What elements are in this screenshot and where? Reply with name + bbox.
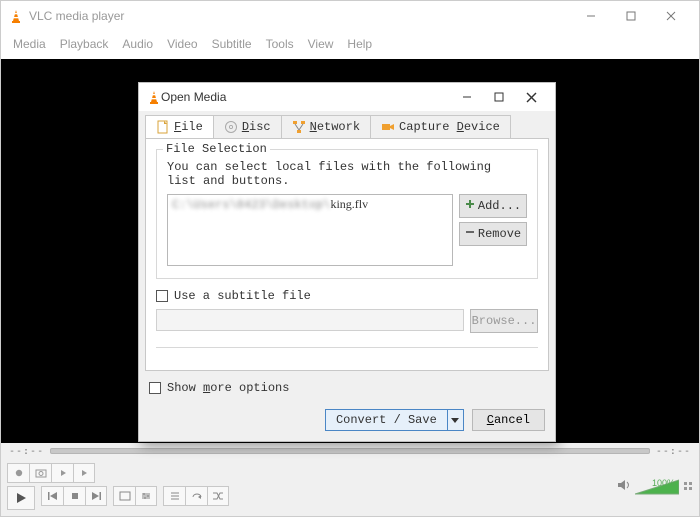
next-button[interactable] (85, 486, 107, 506)
subtitle-checkbox-label: Use a subtitle file (174, 289, 311, 303)
minimize-button[interactable] (571, 3, 611, 29)
subtitle-path-input (156, 309, 464, 331)
vlc-cone-icon (9, 9, 23, 23)
more-options-label-pre: Show (167, 381, 203, 395)
time-remaining: --:-- (656, 446, 691, 457)
tab-capture-label-pre: Capture (399, 120, 457, 134)
menu-help[interactable]: Help (347, 37, 372, 51)
speaker-icon[interactable] (617, 479, 631, 494)
add-button[interactable]: Add... (459, 194, 527, 218)
controls-toolbar: 100% (1, 459, 699, 516)
time-elapsed: --:-- (9, 446, 44, 457)
tab-network-label: etwork (317, 120, 360, 134)
menu-media[interactable]: Media (13, 37, 46, 51)
remove-label: Remove (478, 227, 521, 241)
fullscreen-button[interactable] (113, 486, 135, 506)
file-path-name: king.flv (330, 197, 368, 211)
menu-tools[interactable]: Tools (266, 37, 294, 51)
volume-slider[interactable]: 100% (635, 478, 679, 496)
seek-slider[interactable] (50, 448, 650, 454)
more-options-row: Show more options (139, 381, 555, 403)
shuffle-button[interactable] (207, 486, 229, 506)
convert-save-dropdown[interactable] (448, 409, 464, 431)
dialog-title: Open Media (161, 90, 226, 104)
tab-capture[interactable]: Capture Device (370, 115, 511, 138)
menu-view[interactable]: View (308, 37, 334, 51)
divider (156, 347, 538, 348)
prev-button[interactable] (41, 486, 63, 506)
menu-subtitle[interactable]: Subtitle (212, 37, 252, 51)
vlc-cone-icon (147, 90, 161, 104)
window-title: VLC media player (29, 9, 124, 23)
minus-icon (465, 227, 475, 241)
volume-percent: 100% (652, 478, 675, 488)
tab-disc[interactable]: Disc (213, 115, 282, 138)
tab-network[interactable]: Network (281, 115, 371, 138)
dialog-titlebar: Open Media (139, 83, 555, 111)
more-options-checkbox[interactable] (149, 382, 161, 394)
scrubber-row: --:-- --:-- (1, 443, 699, 459)
dialog-tabs: File Disc Network Capture Device (145, 115, 549, 138)
expand-icon[interactable] (683, 480, 693, 494)
loop-b-button[interactable] (73, 463, 95, 483)
subtitle-checkbox[interactable] (156, 290, 168, 302)
titlebar: VLC media player (1, 1, 699, 31)
convert-save-button[interactable]: Convert / Save (325, 409, 464, 431)
loop-a-button[interactable] (51, 463, 73, 483)
menu-video[interactable]: Video (167, 37, 197, 51)
tab-panel-file: File Selection You can select local file… (145, 138, 549, 371)
snapshot-button[interactable] (29, 463, 51, 483)
plus-icon (465, 199, 475, 213)
tab-file[interactable]: File (145, 115, 214, 138)
browse-button: Browse... (470, 309, 538, 333)
play-button[interactable] (7, 486, 35, 510)
stop-button[interactable] (63, 486, 85, 506)
file-path-prefix: C:\Users\0423\Desktop\ (172, 198, 330, 212)
disc-icon (224, 120, 238, 134)
convert-save-label: Convert / Save (325, 409, 448, 431)
file-listbox[interactable]: C:\Users\0423\Desktop\king.flv (167, 194, 453, 266)
file-selection-help: You can select local files with the foll… (167, 160, 527, 188)
close-button[interactable] (651, 3, 691, 29)
remove-button[interactable]: Remove (459, 222, 527, 246)
dialog-close-button[interactable] (515, 86, 547, 108)
add-label: Add... (478, 199, 521, 213)
file-selection-fieldset: File Selection You can select local file… (156, 149, 538, 279)
subtitle-checkbox-row: Use a subtitle file (156, 289, 538, 303)
open-media-dialog: Open Media File Disc Network Capture Dev… (138, 82, 556, 442)
cancel-button[interactable]: Cancel (472, 409, 545, 431)
file-icon (156, 120, 170, 134)
menubar: Media Playback Audio Video Subtitle Tool… (1, 31, 699, 59)
maximize-button[interactable] (611, 3, 651, 29)
volume-control: 100% (617, 478, 693, 496)
tab-disc-label: isc (249, 120, 271, 134)
dialog-minimize-button[interactable] (451, 86, 483, 108)
menu-playback[interactable]: Playback (60, 37, 109, 51)
more-options-label-post: ore options (210, 381, 289, 395)
dialog-maximize-button[interactable] (483, 86, 515, 108)
playlist-button[interactable] (163, 486, 185, 506)
dialog-buttons: Convert / Save Cancel (139, 409, 555, 441)
menu-audio[interactable]: Audio (122, 37, 153, 51)
tab-file-label: ile (181, 120, 203, 134)
extended-settings-button[interactable] (135, 486, 157, 506)
browse-label: Browse... (472, 314, 537, 328)
fieldset-legend: File Selection (163, 142, 270, 156)
network-icon (292, 120, 306, 134)
cancel-label-rest: ancel (494, 413, 530, 427)
capture-icon (381, 120, 395, 134)
tab-capture-label-post: evice (464, 120, 500, 134)
record-button[interactable] (7, 463, 29, 483)
loop-button[interactable] (185, 486, 207, 506)
